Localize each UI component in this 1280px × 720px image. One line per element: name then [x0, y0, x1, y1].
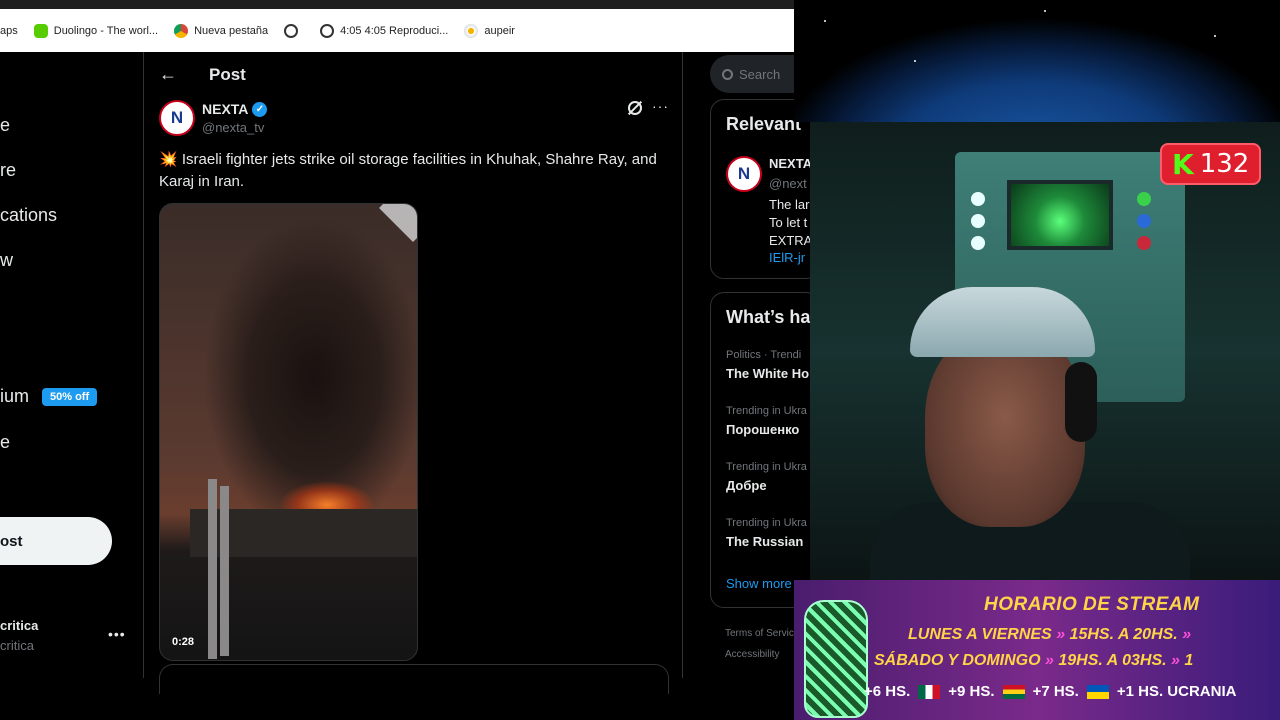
- nav-item-explore[interactable]: re: [0, 160, 16, 181]
- stream-schedule-banner: HORARIO DE STREAM LUNES A VIERNES » 15HS…: [794, 580, 1280, 720]
- video-frame-pipe: [220, 486, 229, 656]
- relevant-people-card: Relevant N NEXTA @next The lar To let t …: [710, 99, 820, 279]
- account-more-button[interactable]: •••: [108, 626, 126, 642]
- trend-item[interactable]: Добре: [726, 478, 767, 493]
- headset: [1065, 362, 1097, 442]
- trend-item[interactable]: The Russian: [726, 534, 803, 549]
- author-avatar[interactable]: N: [159, 100, 195, 136]
- aupeir-icon: [464, 23, 479, 38]
- video-frame-pipe: [208, 479, 217, 659]
- post-button[interactable]: ost: [0, 517, 112, 565]
- ukraine-flag-icon: [1086, 684, 1109, 699]
- star: [1044, 10, 1046, 12]
- bookmarks-bar: aps Duolingo - The worl... Nueva pestaña…: [0, 0, 794, 52]
- console-light: [1137, 214, 1151, 228]
- post-more-button[interactable]: ···: [652, 98, 669, 114]
- relevant-handle: @next: [769, 176, 807, 191]
- nav-item-profile[interactable]: e: [0, 432, 10, 453]
- premium-discount-badge: 50% off: [42, 388, 98, 406]
- bookmark-new-tab[interactable]: Nueva pestaña: [174, 23, 268, 38]
- star: [1214, 35, 1216, 37]
- webcam-feed: [810, 122, 1280, 580]
- relevant-bio-link[interactable]: IElR-jr: [769, 250, 805, 265]
- globe-icon: [320, 23, 335, 38]
- verified-badge-icon: ✓: [252, 101, 268, 117]
- schedule-row-weekdays: LUNES A VIERNES » 15HS. A 20HS. »: [908, 626, 1192, 643]
- reply-card[interactable]: [159, 664, 669, 694]
- nav-item-premium[interactable]: ium: [0, 386, 29, 407]
- relevant-bio-line: The lar: [769, 197, 810, 212]
- trend-meta: Trending in Ukra: [726, 461, 807, 473]
- left-nav: e re cations w ium 50% off e ost critica…: [0, 52, 143, 678]
- timezone-row: +6 HS. +9 HS. +7 HS. +1 HS. UCRANIA: [864, 683, 1237, 700]
- schedule-row-weekend: SÁBADO Y DOMINGO » 19HS. A 03HS. » 1: [874, 652, 1194, 669]
- kick-logo-icon: K: [1172, 147, 1194, 181]
- kick-viewer-badge: K 132: [1160, 143, 1262, 185]
- star: [914, 60, 916, 62]
- show-more-link[interactable]: Show more: [726, 576, 792, 591]
- streamer-cap: [910, 287, 1095, 357]
- trend-meta: Trending in Ukra: [726, 517, 807, 529]
- post-column: ← Post N NEXTA ✓ @nexta_tv ··· 💥 Israeli…: [143, 52, 683, 694]
- relevant-bio-line: To let t: [769, 215, 808, 230]
- relevant-title: Relevant: [726, 114, 802, 134]
- console-light: [971, 214, 985, 228]
- bookmark-aupeir[interactable]: aupeir: [464, 23, 515, 38]
- account-name[interactable]: critica: [0, 618, 38, 633]
- accessibility-link[interactable]: Accessibility: [725, 649, 779, 660]
- nav-item-follow[interactable]: w: [0, 250, 13, 271]
- author-handle[interactable]: @nexta_tv: [202, 120, 264, 135]
- back-button[interactable]: ←: [159, 64, 177, 85]
- bookmark-duolingo[interactable]: Duolingo - The worl...: [33, 23, 158, 38]
- console-light: [1137, 192, 1151, 206]
- tweet-video[interactable]: 0:28: [159, 203, 418, 661]
- trend-item[interactable]: Порошенко: [726, 422, 799, 437]
- double-chevron-icon: »: [1182, 626, 1192, 643]
- account-handle: critica: [0, 638, 34, 653]
- ghana-flag-icon: [1002, 684, 1025, 699]
- planet-overlay: [794, 0, 1280, 122]
- duolingo-icon: [33, 23, 48, 38]
- trend-meta: Politics · Trendi: [726, 349, 802, 361]
- streamer-face: [925, 327, 1085, 527]
- mascot-jar-icon: [804, 600, 868, 718]
- video-corner-overlay: [379, 204, 417, 242]
- trend-meta: Trending in Ukra: [726, 405, 807, 417]
- star: [824, 20, 826, 22]
- double-chevron-icon: »: [1045, 652, 1054, 669]
- mexico-flag-icon: [918, 684, 941, 699]
- trends-card: What’s ha Politics · Trendi The White Ho…: [710, 292, 820, 608]
- grok-icon[interactable]: [628, 101, 642, 115]
- bookmark-reproduccion[interactable]: 4:05 4:05 Reproduci...: [320, 23, 448, 38]
- double-chevron-icon: »: [1171, 652, 1180, 669]
- nav-item-notifications[interactable]: cations: [0, 205, 57, 226]
- page-title: Post: [209, 65, 246, 84]
- relevant-name[interactable]: NEXTA: [769, 156, 812, 171]
- terms-link[interactable]: Terms of Servic: [725, 628, 794, 639]
- bookmark-globe[interactable]: [284, 23, 304, 38]
- tweet-text: 💥 Israeli fighter jets strike oil storag…: [159, 151, 657, 190]
- video-duration: 0:28: [172, 636, 195, 648]
- schedule-title: HORARIO DE STREAM: [984, 594, 1200, 615]
- globe-icon: [284, 23, 299, 38]
- trend-item[interactable]: The White Ho: [726, 366, 809, 381]
- double-chevron-icon: »: [1056, 626, 1066, 643]
- radar-screen: [1007, 180, 1113, 250]
- bookmark-maps[interactable]: aps: [0, 25, 18, 37]
- relevant-avatar[interactable]: N: [726, 156, 762, 192]
- nav-item-home[interactable]: e: [0, 115, 10, 136]
- trends-title: What’s ha: [726, 307, 811, 327]
- collision-emoji: 💥: [159, 151, 178, 168]
- viewer-count: 132: [1199, 149, 1250, 179]
- console-light: [971, 192, 985, 206]
- author-name[interactable]: NEXTA ✓: [202, 101, 268, 117]
- console-light: [1137, 236, 1151, 250]
- relevant-bio-line: EXTRA: [769, 233, 813, 248]
- search-icon: [722, 68, 733, 80]
- chrome-icon: [174, 23, 189, 38]
- console-light: [971, 236, 985, 250]
